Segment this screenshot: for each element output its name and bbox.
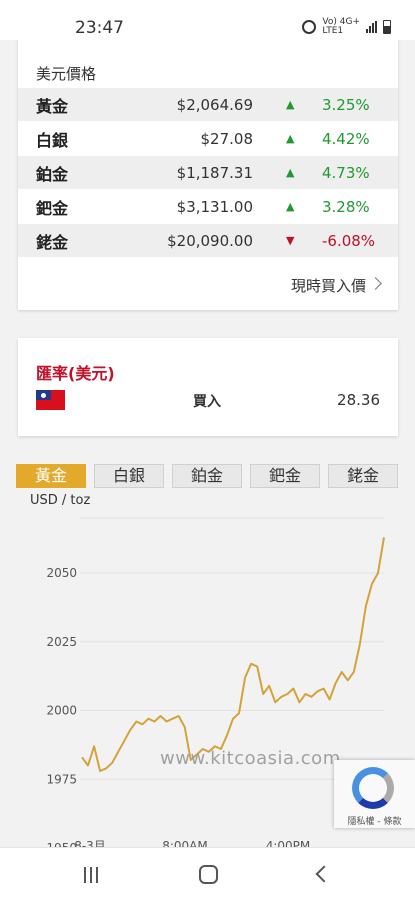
metal-name: 銠金 [36, 232, 69, 252]
chevron-right-icon[interactable] [369, 277, 382, 290]
recent-apps-icon[interactable] [84, 867, 98, 883]
metal-price: $2,064.69 [176, 95, 253, 114]
price-row: 銠金 $20,090.00 ▼ -6.08% [18, 224, 398, 257]
signal-icon [366, 21, 377, 33]
metal-name: 黃金 [36, 96, 69, 116]
y-tick-label: 2000 [46, 704, 77, 718]
triangle-down-icon: ▼ [286, 234, 295, 247]
metal-price: $3,131.00 [176, 197, 253, 216]
back-icon[interactable] [315, 865, 333, 883]
price-change: 4.42% [322, 129, 370, 148]
price-change: 3.25% [322, 95, 370, 114]
buy-label: 買入 [193, 394, 221, 410]
price-change: -6.08% [322, 231, 376, 250]
triangle-up-icon: ▲ [286, 200, 295, 213]
y-tick-label: 1975 [46, 772, 77, 786]
triangle-up-icon: ▲ [286, 132, 295, 145]
metal-tab[interactable]: 鉑金 [172, 464, 242, 488]
y-tick-label: 2025 [46, 635, 77, 649]
metal-tab[interactable]: 銠金 [328, 464, 398, 488]
metal-tab[interactable]: 黃金 [16, 464, 86, 488]
exchange-rate-card: 匯率(美元) 買入 28.36 [18, 338, 398, 436]
price-card-heading: 美元價格 [36, 65, 97, 83]
clock: 23:47 [75, 18, 124, 38]
home-icon[interactable] [199, 865, 218, 884]
recaptcha-privacy-terms[interactable]: 隱私權 - 條款 [334, 814, 415, 827]
recaptcha-icon [352, 767, 394, 809]
status-icons: Vo) 4G+ LTE1 [302, 18, 391, 36]
status-bar: 23:47 Vo) 4G+ LTE1 [0, 0, 415, 40]
price-change: 4.73% [322, 163, 370, 182]
network-label: Vo) 4G+ LTE1 [322, 17, 360, 36]
metal-price: $20,090.00 [167, 231, 253, 250]
metal-name: 鈀金 [36, 198, 69, 218]
metal-name: 白銀 [36, 130, 69, 150]
triangle-up-icon: ▲ [286, 98, 295, 111]
battery-icon [383, 20, 391, 34]
triangle-up-icon: ▲ [286, 166, 295, 179]
price-row: 鉑金 $1,187.31 ▲ 4.73% [18, 156, 398, 189]
watermark: www.kitcoasia.com [160, 748, 341, 769]
alarm-icon [302, 20, 317, 34]
y-tick-label: 2050 [46, 566, 77, 580]
price-row: 黃金 $2,064.69 ▲ 3.25% [18, 88, 398, 121]
exchange-rate-value: 28.36 [337, 391, 380, 409]
recaptcha-badge[interactable]: 隱私權 - 條款 [334, 760, 415, 828]
current-buy-price-link[interactable]: 現時買入價 [291, 275, 366, 296]
exchange-rate-title: 匯率(美元) [36, 364, 115, 383]
metal-name: 鉑金 [36, 164, 69, 184]
taiwan-flag-icon [36, 390, 65, 410]
metal-tab[interactable]: 白銀 [94, 464, 164, 488]
price-card: 美元價格 黃金 $2,064.69 ▲ 3.25% 白銀 $27.08 ▲ 4.42% 鉑金 $1… [18, 30, 398, 310]
metal-tabs: 黃金 白銀 鉑金 鈀金 銠金 [16, 464, 398, 488]
metal-price: $27.08 [200, 129, 254, 148]
price-row: 白銀 $27.08 ▲ 4.42% [18, 122, 398, 155]
chart-unit-label: USD / toz [30, 493, 91, 508]
navigation-bar [0, 847, 415, 900]
price-change: 3.28% [322, 197, 370, 216]
gold-price-line [81, 537, 385, 772]
metal-tab[interactable]: 鈀金 [250, 464, 320, 488]
price-row: 鈀金 $3,131.00 ▲ 3.28% [18, 190, 398, 223]
metal-price: $1,187.31 [176, 163, 253, 182]
